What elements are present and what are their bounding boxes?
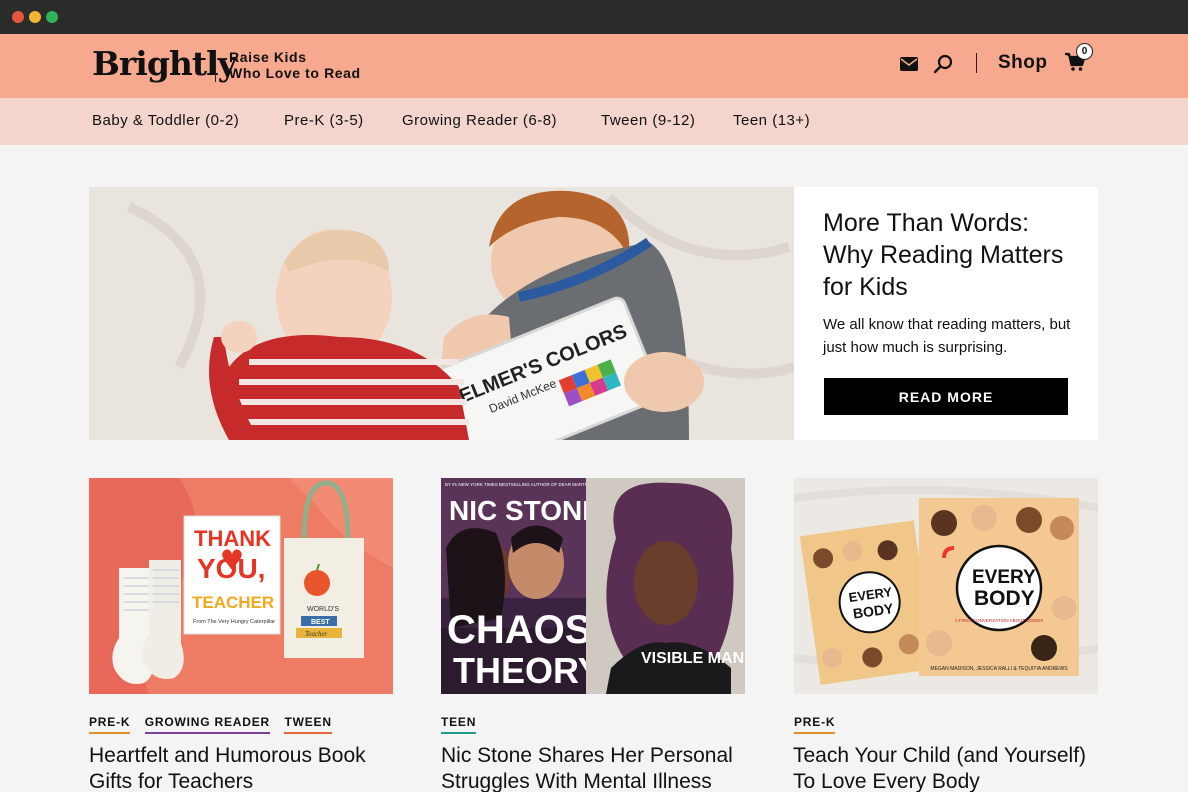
header-divider: [976, 53, 977, 73]
big-book-subtitle: A FIRST CONVERSATION ABOUT BODIES: [955, 618, 1044, 623]
article-image-nic-stone[interactable]: BY #1 NEW YORK TIMES BESTSELLING AUTHOR …: [441, 478, 745, 694]
article-tags-teacher-gifts: PRE-K GROWING READER TWEEN: [89, 713, 342, 734]
tag-teen[interactable]: TEEN: [441, 715, 477, 734]
tote-line-1: WORLD'S: [307, 606, 339, 613]
logo-divider: [215, 50, 216, 82]
big-book-line-2: BODY: [974, 587, 1035, 610]
hero-title[interactable]: More Than Words: Why Reading Matters for…: [823, 207, 1083, 303]
cover-top-text: BY #1 NEW YORK TIMES BESTSELLING AUTHOR …: [445, 482, 589, 487]
article-tags-every-body: PRE-K: [794, 713, 845, 734]
hero-image[interactable]: ELMER'S COLORS David McKee: [89, 187, 794, 440]
tote-line-2: BEST: [311, 619, 330, 626]
tagline-line-2: Who Love to Read: [229, 65, 361, 81]
article-title-teacher-gifts[interactable]: Heartfelt and Humorous Book Gifts for Te…: [89, 743, 399, 792]
cart-count-badge: 0: [1076, 43, 1093, 60]
nav-baby-toddler[interactable]: Baby & Toddler (0-2): [92, 112, 239, 129]
gift-card-line-3: TEACHER: [192, 593, 274, 612]
nav-teen[interactable]: Teen (13+): [733, 112, 810, 129]
tag-tween[interactable]: TWEEN: [284, 715, 332, 734]
shirt-text: VISIBLE MAN: [641, 650, 744, 667]
tag-growing-reader[interactable]: GROWING READER: [144, 715, 270, 734]
article-image-teacher-gifts[interactable]: THANK YOU, TEACHER From The Very Hungry …: [89, 478, 393, 694]
nav-tween[interactable]: Tween (9-12): [601, 112, 695, 129]
nav-growing-reader[interactable]: Growing Reader (6-8): [402, 112, 557, 129]
window-titlebar: [0, 0, 1188, 34]
close-window-button[interactable]: [12, 11, 24, 23]
tagline-line-1: Raise Kids: [229, 49, 307, 65]
gift-card-line-1: THANK: [194, 526, 271, 551]
mail-icon[interactable]: [898, 53, 920, 75]
tag-pre-k[interactable]: PRE-K: [794, 715, 836, 734]
tote-line-3: Teacher: [305, 630, 328, 638]
minimize-window-button[interactable]: [29, 11, 41, 23]
article-tags-nic-stone: TEEN: [441, 713, 486, 734]
cover-title-line-2: THEORY: [453, 650, 602, 691]
shop-link[interactable]: Shop: [998, 52, 1048, 74]
cover-title-line-1: CHAOS: [447, 608, 591, 652]
hero-article-card: More Than Words: Why Reading Matters for…: [794, 187, 1098, 440]
tag-pre-k[interactable]: PRE-K: [89, 715, 131, 734]
read-more-button[interactable]: READ MORE: [824, 378, 1068, 415]
hero-description: We all know that reading matters, but ju…: [823, 316, 1071, 356]
gift-card-caption: From The Very Hungry Caterpillar: [193, 619, 275, 625]
cover-author: NIC STONE: [449, 495, 601, 526]
search-icon[interactable]: [932, 53, 954, 75]
site-tagline: Raise Kids Who Love to Read: [229, 49, 361, 81]
nav-pre-k[interactable]: Pre-K (3-5): [284, 112, 364, 129]
maximize-window-button[interactable]: [46, 11, 58, 23]
article-title-every-body[interactable]: Teach Your Child (and Yourself) To Love …: [793, 743, 1103, 792]
article-title-nic-stone[interactable]: Nic Stone Shares Her Personal Struggles …: [441, 743, 751, 792]
site-header: Brightly Raise Kids Who Love to Read Sho…: [0, 34, 1188, 98]
big-book-line-1: EVERY: [972, 567, 1036, 588]
big-book-authors: MEGAN MADISON, JESSICA RALLI & TEQUITIA …: [930, 666, 1068, 672]
age-group-nav: Baby & Toddler (0-2) Pre-K (3-5) Growing…: [0, 98, 1188, 145]
article-image-every-body[interactable]: EVERY BODY EVERY BODY A FIRST CONVERSATI…: [794, 478, 1098, 694]
